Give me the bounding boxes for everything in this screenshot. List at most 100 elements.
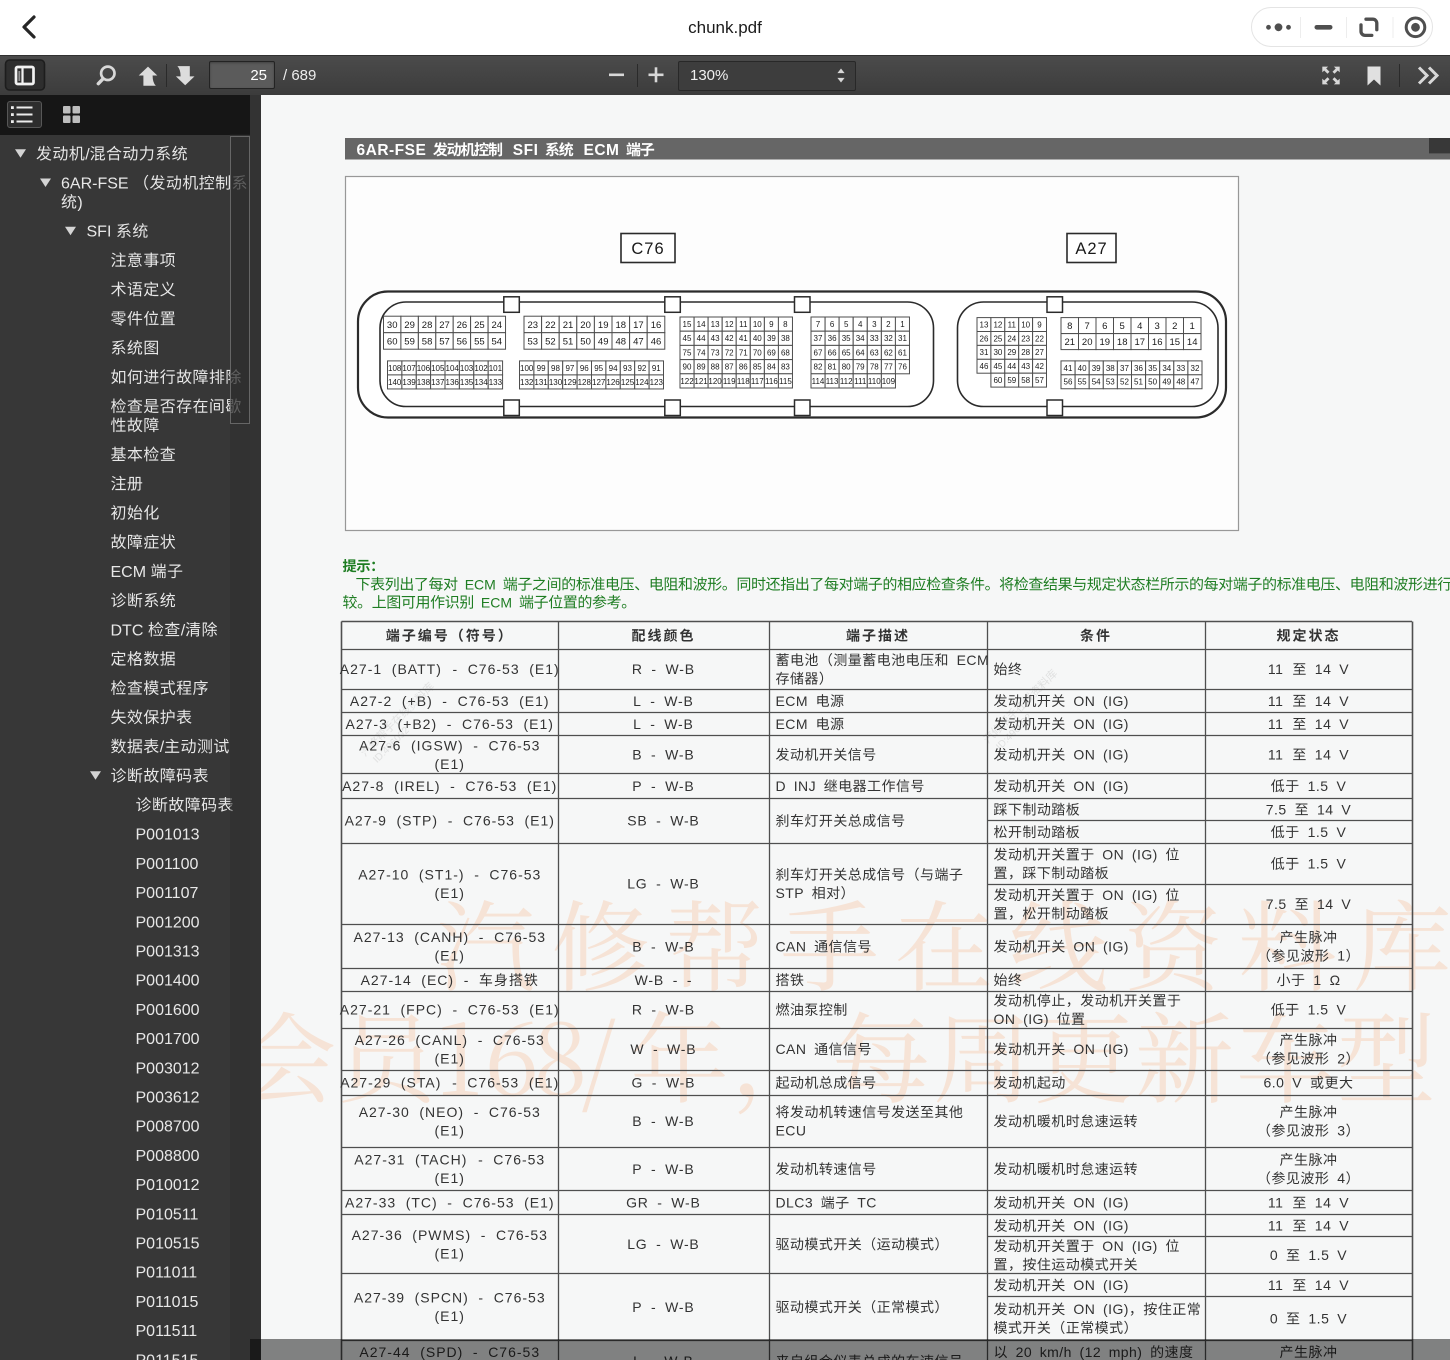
svg-text:-: - — [474, 867, 480, 883]
svg-text:112: 112 — [840, 377, 853, 386]
svg-text:0: 0 — [1270, 1247, 1278, 1263]
svg-text:(IG): (IG) — [1103, 693, 1129, 709]
svg-text:29: 29 — [1007, 348, 1016, 357]
svg-text:P001107: P001107 — [136, 885, 199, 902]
svg-text:A27-6: A27-6 — [359, 737, 401, 753]
svg-text:28: 28 — [422, 320, 433, 331]
svg-text:R: R — [632, 1002, 643, 1018]
svg-text:31: 31 — [980, 348, 989, 357]
svg-text:C76-53: C76-53 — [496, 1227, 548, 1243]
svg-text:69: 69 — [767, 348, 776, 357]
svg-text:31: 31 — [898, 334, 907, 343]
svg-text:8: 8 — [783, 320, 788, 329]
svg-text:ECM: ECM — [584, 142, 620, 159]
svg-text:ECM: ECM — [111, 564, 147, 581]
svg-text:ECM: ECM — [957, 652, 989, 668]
svg-text:44: 44 — [1007, 362, 1016, 371]
svg-text:C76-53: C76-53 — [458, 693, 510, 709]
svg-text:3: 3 — [1337, 1123, 1345, 1139]
svg-text:P010511: P010511 — [136, 1206, 199, 1223]
svg-text:W-B: W-B — [666, 1002, 695, 1018]
svg-text:(EC): (EC) — [421, 972, 454, 988]
svg-text:110: 110 — [868, 377, 881, 386]
svg-text:(IG): (IG) — [1132, 847, 1158, 863]
svg-text:126: 126 — [606, 378, 620, 387]
svg-text:74: 74 — [697, 348, 706, 357]
svg-text:1.5: 1.5 — [1308, 1247, 1329, 1263]
svg-text:46: 46 — [980, 362, 989, 371]
svg-text:(IG): (IG) — [1103, 939, 1129, 955]
svg-text:P: P — [632, 1161, 642, 1177]
svg-text:-: - — [653, 1041, 658, 1057]
svg-text:56: 56 — [457, 336, 468, 347]
svg-text:SFI: SFI — [87, 224, 112, 241]
svg-text:C76-53: C76-53 — [463, 813, 515, 829]
svg-text:V: V — [1337, 1247, 1347, 1263]
svg-text:127: 127 — [592, 378, 606, 387]
svg-text:43: 43 — [711, 334, 720, 343]
svg-text:A27-21: A27-21 — [340, 1002, 391, 1018]
svg-text:V: V — [1341, 802, 1351, 818]
svg-text:57: 57 — [439, 336, 450, 347]
svg-text:24: 24 — [1007, 334, 1016, 343]
svg-text:51: 51 — [563, 336, 574, 347]
svg-text:DTC: DTC — [111, 622, 144, 639]
svg-text:1.5: 1.5 — [1308, 824, 1329, 840]
svg-text:(IG): (IG) — [1103, 1195, 1129, 1211]
svg-text:-: - — [650, 716, 655, 732]
svg-text:98: 98 — [551, 364, 560, 373]
svg-text:SB: SB — [627, 813, 647, 829]
svg-text:(BATT): (BATT) — [392, 661, 442, 677]
svg-text:0: 0 — [1270, 1311, 1278, 1327]
svg-text:111: 111 — [854, 377, 867, 386]
svg-text:18: 18 — [1117, 337, 1128, 348]
svg-text:ON: ON — [1073, 778, 1095, 794]
svg-text:14: 14 — [1315, 661, 1332, 677]
svg-text:W-B: W-B — [666, 661, 695, 677]
svg-text:(TACH): (TACH) — [415, 1152, 467, 1168]
svg-text:42: 42 — [1035, 362, 1044, 371]
svg-text:(TC): (TC) — [406, 1195, 438, 1211]
svg-text:19: 19 — [598, 320, 609, 331]
svg-text:29: 29 — [404, 320, 415, 331]
svg-text:16: 16 — [651, 320, 662, 331]
svg-text:1: 1 — [1190, 321, 1195, 332]
svg-text:ON: ON — [1102, 1238, 1124, 1254]
svg-text:2: 2 — [1337, 1051, 1345, 1067]
svg-text:14: 14 — [1315, 1195, 1332, 1211]
svg-text:37: 37 — [1120, 364, 1129, 373]
svg-text:-: - — [478, 1290, 484, 1306]
svg-text:V: V — [1337, 778, 1347, 794]
svg-text:53: 53 — [1106, 378, 1115, 387]
svg-text:34: 34 — [856, 334, 865, 343]
svg-text:W-B: W-B — [665, 1299, 694, 1315]
svg-text:(CANL): (CANL) — [415, 1032, 468, 1048]
svg-text:11: 11 — [1008, 320, 1017, 329]
svg-text:-: - — [473, 737, 479, 753]
svg-text:140: 140 — [388, 378, 402, 387]
svg-text:132: 132 — [520, 378, 534, 387]
svg-text:58: 58 — [422, 336, 433, 347]
svg-text:P010012: P010012 — [136, 1177, 200, 1194]
svg-text:1.5: 1.5 — [1308, 1002, 1329, 1018]
svg-text:59: 59 — [1007, 376, 1016, 385]
svg-text:ON: ON — [1073, 693, 1095, 709]
svg-text:P011015: P011015 — [136, 1294, 199, 1311]
svg-text:-: - — [452, 1075, 458, 1091]
svg-text:P001400: P001400 — [136, 973, 200, 990]
svg-text:104: 104 — [446, 364, 460, 373]
svg-text:36: 36 — [1134, 364, 1143, 373]
svg-text:41: 41 — [739, 334, 748, 343]
svg-text:ON: ON — [1073, 747, 1095, 763]
svg-text:(E1): (E1) — [435, 1246, 465, 1262]
svg-text:47: 47 — [1191, 378, 1200, 387]
svg-text:7.5: 7.5 — [1266, 896, 1287, 912]
svg-text:P: P — [632, 1299, 642, 1315]
svg-text:1.5: 1.5 — [1308, 1311, 1329, 1327]
svg-text:W-B: W-B — [635, 972, 664, 988]
svg-text:V: V — [1339, 1195, 1349, 1211]
svg-text:W-B: W-B — [665, 1161, 694, 1177]
svg-text:55: 55 — [1078, 378, 1087, 387]
svg-text:33: 33 — [1176, 364, 1185, 373]
svg-text:53: 53 — [528, 336, 539, 347]
